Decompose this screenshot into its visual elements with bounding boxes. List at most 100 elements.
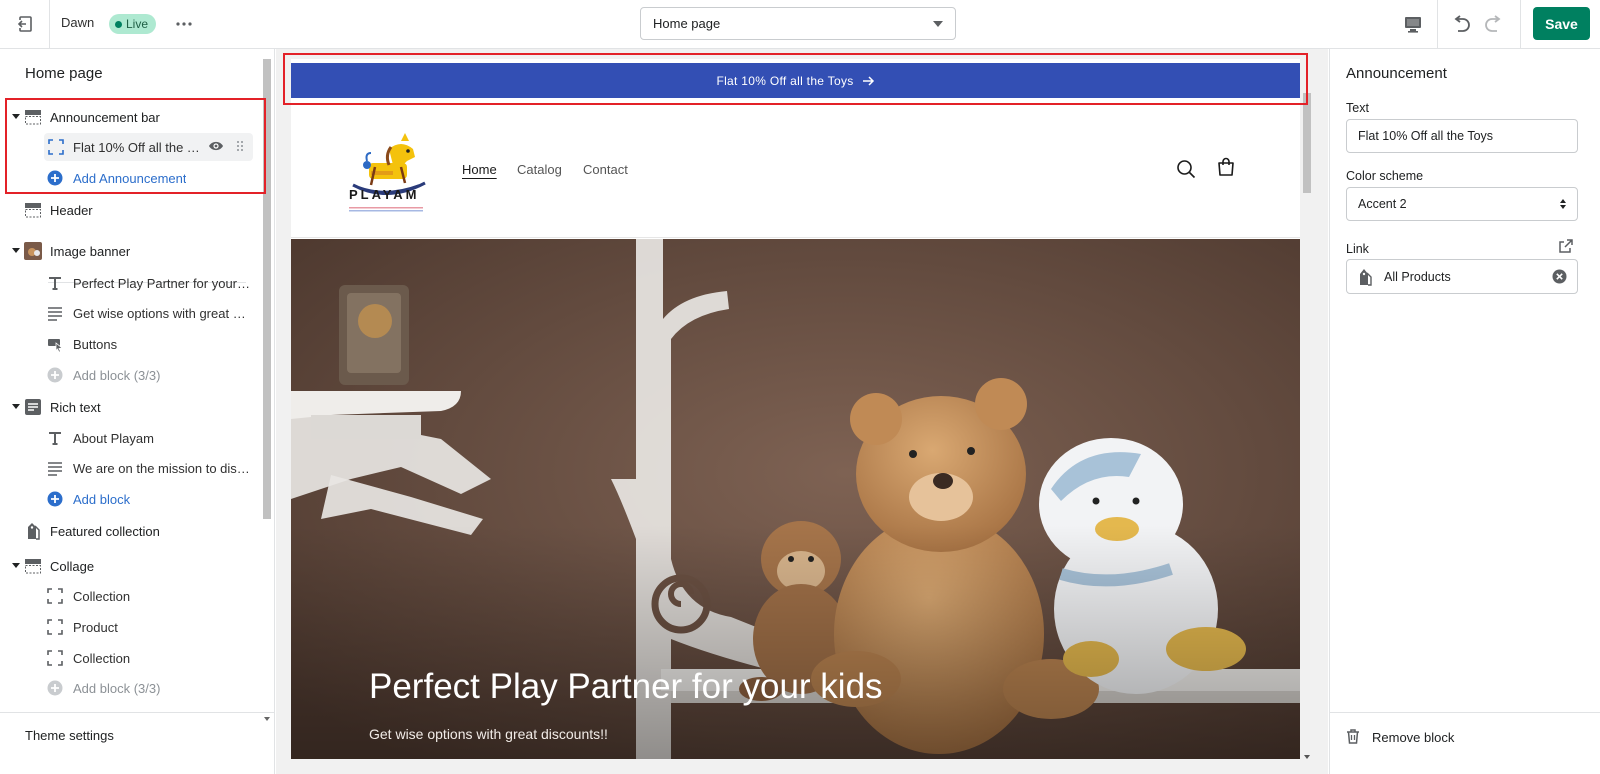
block-product-item[interactable]: Product	[0, 613, 252, 641]
undo-button[interactable]	[1447, 10, 1475, 38]
block-buttons-item[interactable]: Buttons	[0, 330, 252, 358]
select-arrows-icon	[1560, 199, 1566, 209]
collapse-caret-icon[interactable]	[12, 563, 20, 568]
add-circle-icon	[47, 367, 63, 383]
topbar-divider	[1520, 0, 1521, 48]
collapse-caret-icon[interactable]	[12, 248, 20, 253]
store-header: PLAYAM Home Catalog Contact	[291, 99, 1300, 238]
paragraph-icon	[48, 462, 62, 476]
topbar-divider	[1437, 0, 1438, 48]
block-label: Get wise options with great discounts!!	[73, 306, 251, 321]
link-field-label: Link	[1346, 242, 1369, 256]
block-label: Collection	[73, 651, 131, 666]
link-value: All Products	[1384, 270, 1451, 284]
block-label: About Playam	[73, 431, 154, 446]
text-heading-icon	[49, 432, 61, 445]
section-label: Rich text	[50, 400, 101, 415]
block-frame-icon	[47, 650, 63, 666]
theme-settings-button[interactable]: Theme settings	[0, 712, 275, 774]
color-scheme-select[interactable]: Accent 2	[1346, 187, 1578, 221]
announcement-text-input[interactable]: Flat 10% Off all the Toys	[1346, 119, 1578, 153]
clear-link-icon[interactable]	[1552, 269, 1567, 284]
block-text-item[interactable]: Get wise options with great discounts!!	[0, 299, 252, 327]
section-label: Collage	[50, 559, 95, 574]
image-banner[interactable]: Perfect Play Partner for your kids Get w…	[291, 239, 1300, 759]
color-scheme-value: Accent 2	[1358, 197, 1407, 211]
exit-editor-button[interactable]	[0, 0, 50, 48]
page-selector-value: Home page	[653, 16, 721, 31]
block-label: We are on the mission to discover the be…	[73, 461, 251, 476]
add-circle-icon	[47, 491, 63, 507]
external-link-icon[interactable]	[1559, 239, 1573, 253]
add-block-label: Add block	[73, 492, 131, 507]
nav-link-home[interactable]: Home	[462, 162, 497, 177]
block-collection-item[interactable]: Collection	[0, 644, 252, 672]
sidebar-title: Home page	[25, 65, 103, 82]
link-input[interactable]: All Products	[1346, 259, 1578, 294]
search-icon[interactable]	[1176, 159, 1196, 179]
section-rich-text[interactable]: Rich text	[0, 393, 252, 421]
block-frame-icon	[47, 619, 63, 635]
block-label: Collection	[73, 589, 131, 604]
add-block-button[interactable]: Add block	[0, 485, 252, 513]
live-status-badge: Live	[109, 14, 157, 34]
theme-name: Dawn	[61, 15, 95, 30]
block-label: Product	[73, 620, 118, 635]
image-banner-thumbnail-icon	[24, 242, 42, 260]
nav-link-contact[interactable]: Contact	[583, 162, 628, 177]
live-badge-label: Live	[126, 17, 149, 31]
caret-down-icon	[933, 21, 943, 27]
block-label: Perfect Play Partner for your kids	[73, 276, 251, 291]
block-heading-item[interactable]: Perfect Play Partner for your kids	[0, 269, 252, 297]
banner-subheading: Get wise options with great discounts!!	[369, 726, 608, 742]
section-image-banner[interactable]: Image banner	[0, 237, 252, 265]
nav-link-catalog[interactable]: Catalog	[517, 162, 562, 177]
block-text-item[interactable]: We are on the mission to discover the be…	[0, 454, 252, 482]
collapse-caret-icon[interactable]	[12, 404, 20, 409]
block-heading-item[interactable]: About Playam	[0, 424, 252, 452]
header-section-icon	[25, 203, 41, 218]
scroll-down-arrow-icon[interactable]	[1304, 755, 1310, 759]
add-block-label: Add block (3/3)	[73, 681, 161, 696]
cart-icon[interactable]	[1216, 157, 1236, 177]
collection-tag-icon	[1360, 269, 1372, 286]
desktop-icon	[1405, 16, 1421, 33]
add-block-disabled: Add block (3/3)	[0, 674, 252, 702]
section-header[interactable]: Header	[0, 196, 252, 224]
collage-icon	[25, 559, 41, 574]
block-collection-item[interactable]: Collection	[0, 582, 252, 610]
exit-icon	[16, 16, 32, 32]
more-actions-button[interactable]	[172, 12, 196, 36]
settings-title: Announcement	[1346, 65, 1447, 82]
trash-icon	[1347, 729, 1359, 744]
highlight-frame	[283, 53, 1308, 105]
block-frame-icon	[47, 588, 63, 604]
buttons-icon	[48, 339, 63, 352]
desktop-preview-button[interactable]	[1398, 10, 1428, 38]
paragraph-icon	[48, 307, 62, 321]
text-heading-icon	[49, 277, 61, 290]
section-label: Featured collection	[50, 524, 160, 539]
section-label: Header	[50, 203, 93, 218]
add-circle-icon	[47, 680, 63, 696]
save-button[interactable]: Save	[1533, 7, 1590, 40]
redo-button[interactable]	[1480, 10, 1508, 38]
rich-text-icon	[25, 399, 41, 415]
banner-heading: Perfect Play Partner for your kids	[369, 667, 883, 706]
preview-canvas: Flat 10% Off all the Toys PLAYAM Home Ca…	[291, 59, 1300, 759]
block-settings-panel: Announcement Text Flat 10% Off all the T…	[1329, 49, 1600, 774]
storefront-preview: Flat 10% Off all the Toys PLAYAM Home Ca…	[276, 49, 1328, 774]
text-field-label: Text	[1346, 101, 1369, 115]
remove-block-label: Remove block	[1372, 730, 1455, 745]
page-selector[interactable]: Home page	[640, 7, 956, 40]
add-block-disabled: Add block (3/3)	[0, 361, 252, 389]
section-label: Image banner	[50, 244, 131, 259]
preview-scroll-thumb[interactable]	[1303, 93, 1311, 193]
text-input-value: Flat 10% Off all the Toys	[1358, 129, 1494, 143]
logo-wordmark: PLAYAM	[349, 187, 420, 202]
block-label: Buttons	[73, 337, 118, 352]
collection-tag-icon	[28, 523, 40, 540]
section-collage[interactable]: Collage	[0, 552, 252, 580]
remove-block-button[interactable]: Remove block	[1330, 712, 1600, 774]
section-featured-collection[interactable]: Featured collection	[0, 517, 252, 545]
